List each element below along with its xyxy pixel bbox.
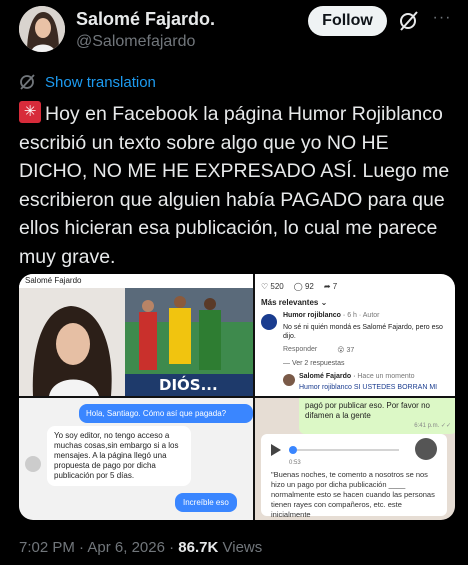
- media-chat-messages[interactable]: Hola, Santiago. Cómo así que pagada? Yo …: [19, 398, 253, 520]
- views-label: Views: [222, 539, 263, 556]
- voice-waveform-icon: [271, 444, 399, 456]
- comment-actions: Responder 😮 37: [283, 346, 355, 354]
- media-grid[interactable]: Salomé Fajardo DIÓS... ♡ 520 ◯ 92 ➦ 7 Má…: [19, 274, 455, 520]
- author-avatar[interactable]: [19, 6, 65, 52]
- more-options-icon[interactable]: ···: [430, 8, 454, 32]
- voice-duration: 0:53: [289, 460, 301, 466]
- replier-avatar: [283, 374, 295, 386]
- wa-sender-avatar: [415, 438, 437, 460]
- likes-count: ♡ 520: [261, 282, 284, 291]
- reply-text: Humor rojiblanco SI USTEDES BORRAN MI: [299, 384, 438, 391]
- comments-count: ◯ 92: [293, 282, 314, 291]
- follow-button[interactable]: Follow: [308, 6, 387, 36]
- views-count: 86.7K: [178, 539, 219, 556]
- chat-message-out-2: Increíble eso: [175, 493, 237, 512]
- chat-message-out: Hola, Santiago. Cómo así que pagada?: [79, 404, 253, 423]
- chat-message-in: Yo soy editor, no tengo acceso a muchas …: [47, 426, 191, 486]
- tweet-date[interactable]: Apr 6, 2026: [87, 539, 165, 556]
- media-facebook-comments[interactable]: ♡ 520 ◯ 92 ➦ 7 Más relevantes ⌄ Humor ro…: [255, 274, 455, 396]
- view-replies: — Ver 2 respuestas: [283, 360, 345, 367]
- collage-banner: DIÓS...: [159, 376, 218, 394]
- chat-avatar: [25, 456, 41, 472]
- like-icon: ♡: [261, 282, 269, 291]
- share-icon: ➦: [323, 282, 331, 291]
- reaction-bar: ♡ 520 ◯ 92 ➦ 7: [261, 282, 337, 291]
- reaction-emoji-icon: 😮: [337, 347, 345, 354]
- commenter-line: Humor rojiblanco · 6 h · Autor: [283, 312, 380, 319]
- tweet-text: Hoy en Facebook la página Humor Rojiblan…: [19, 100, 457, 272]
- collage-header-name: Salomé Fajardo: [25, 276, 82, 285]
- wa-voice-bubble: 0:53 "Buenas noches, te comento a nosotr…: [261, 434, 447, 519]
- author-handle[interactable]: @Salomefajardo: [76, 33, 195, 51]
- media-whatsapp-chat[interactable]: pagó por publicar eso. Por favor no difa…: [255, 398, 455, 520]
- media-photo-collage[interactable]: Salomé Fajardo DIÓS...: [19, 274, 253, 396]
- wa-quote-text: "Buenas noches, te comento a nosotros se…: [271, 470, 435, 519]
- show-translation[interactable]: Show translation: [19, 73, 156, 91]
- translate-icon: [20, 74, 35, 90]
- tweet-meta: 7:02 PM · Apr 6, 2026 · 86.7K Views: [19, 539, 263, 556]
- author-name[interactable]: Salomé Fajardo.: [76, 9, 215, 30]
- siren-icon: [19, 101, 41, 123]
- shares-count: ➦ 7: [323, 282, 338, 291]
- comment-text: No sé ni quién mondá es Salomé Fajardo, …: [283, 324, 443, 340]
- grok-icon[interactable]: [398, 10, 420, 32]
- tweet-body: Hoy en Facebook la página Humor Rojiblan…: [19, 103, 450, 268]
- tweet-time[interactable]: 7:02 PM: [19, 539, 75, 556]
- comment-icon: ◯: [293, 282, 303, 291]
- wa-message-top: pagó por publicar eso. Por favor no difa…: [299, 398, 455, 434]
- replier-line: Salomé Fajardo · Hace un momento: [299, 373, 415, 380]
- show-translation-label: Show translation: [45, 73, 156, 91]
- collage-header: Salomé Fajardo: [19, 274, 253, 288]
- sort-label: Más relevantes ⌄: [261, 298, 328, 307]
- commenter-avatar: [261, 314, 277, 330]
